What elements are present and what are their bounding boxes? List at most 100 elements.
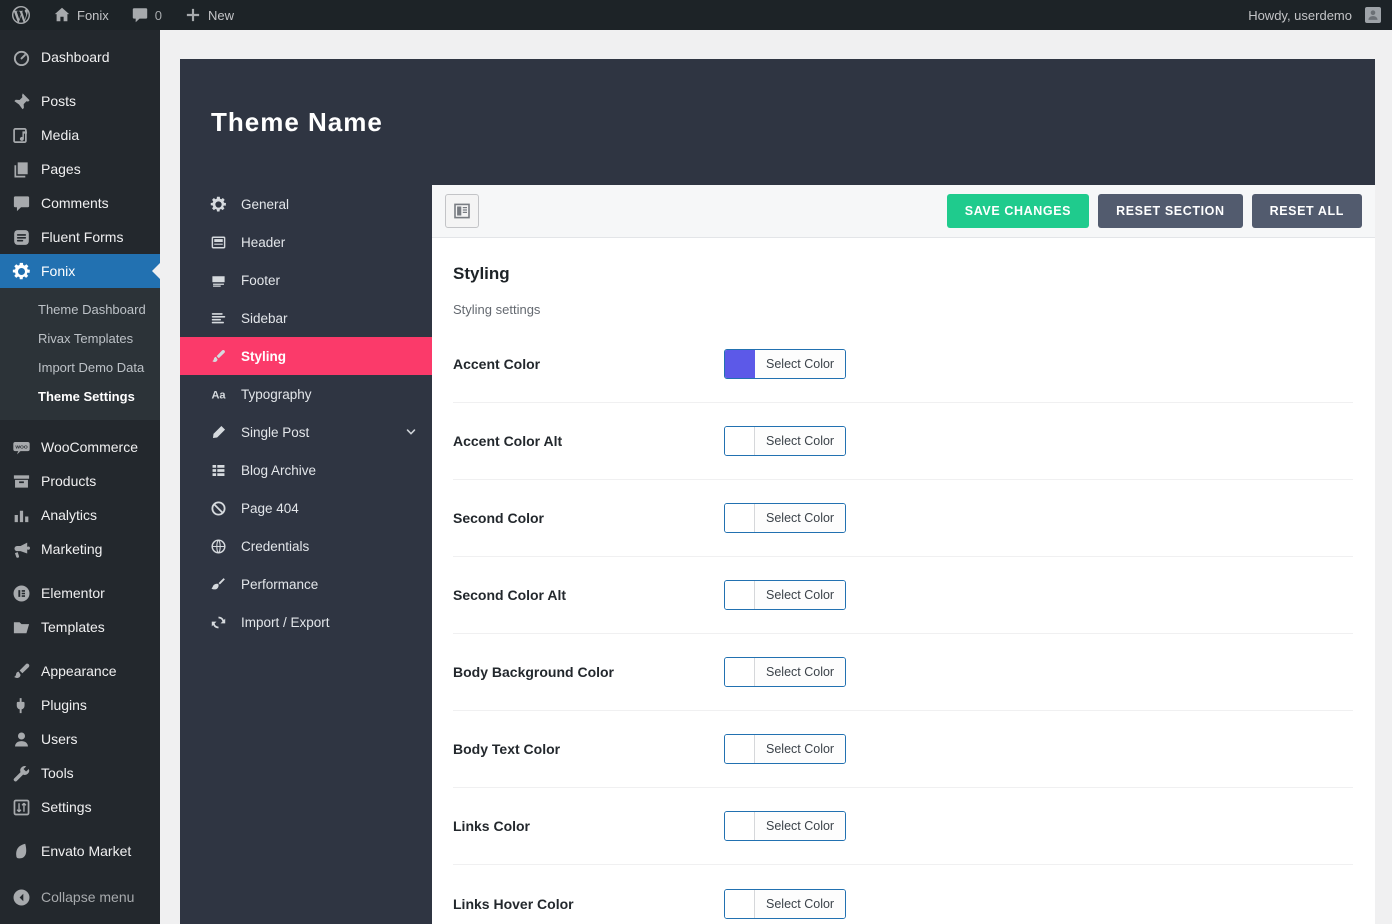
settings-sliders-icon	[12, 798, 31, 817]
panel-toggle-button[interactable]	[445, 194, 479, 228]
color-picker-button-links-color[interactable]: Select Color	[724, 811, 846, 841]
color-picker-button-accent-color[interactable]: Select Color	[724, 349, 846, 379]
admin-bar: Fonix 0 New Howdy, userdemo	[0, 0, 1392, 30]
wrench-icon	[12, 764, 31, 783]
sidebar-item-label: Marketing	[41, 541, 102, 557]
setting-row-second-color: Second ColorSelect Color	[453, 480, 1353, 557]
megaphone-icon	[12, 540, 31, 559]
sidebar-item-woocommerce[interactable]: WOOWooCommerce	[0, 430, 160, 464]
sidebar-item-fonix[interactable]: Fonix	[0, 254, 160, 288]
sidebar-item-comments[interactable]: Comments	[0, 186, 160, 220]
sidebar-item-envato-market[interactable]: Envato Market	[0, 834, 160, 868]
sidebar-item-tools[interactable]: Tools	[0, 756, 160, 790]
save-changes-button[interactable]: SAVE CHANGES	[947, 194, 1089, 228]
pin-icon	[12, 92, 31, 111]
sidebar-item-templates[interactable]: Templates	[0, 610, 160, 644]
sidebar-item-label: Fonix	[41, 263, 75, 279]
account-menu[interactable]: Howdy, userdemo	[1237, 0, 1392, 30]
tab-footer[interactable]: Footer	[180, 261, 432, 299]
submenu-item-rivax-templates[interactable]: Rivax Templates	[0, 324, 160, 353]
color-swatch	[725, 658, 755, 686]
tab-single-post[interactable]: Single Post	[180, 413, 432, 451]
submenu-item-theme-settings[interactable]: Theme Settings	[0, 382, 160, 411]
tab-styling[interactable]: Styling	[180, 337, 432, 375]
sidebar-item-appearance[interactable]: Appearance	[0, 654, 160, 688]
tab-label: General	[241, 197, 289, 212]
tab-header[interactable]: Header	[180, 223, 432, 261]
setting-row-accent-color: Accent ColorSelect Color	[453, 326, 1353, 403]
settings-rows: Accent ColorSelect ColorAccent Color Alt…	[453, 326, 1353, 924]
sync-icon	[210, 614, 227, 631]
typography-icon: Aa	[210, 386, 227, 403]
collapse-menu-button[interactable]: Collapse menu	[0, 880, 160, 914]
sidebar-item-label: Fluent Forms	[41, 229, 123, 245]
tab-label: Credentials	[241, 539, 309, 554]
color-swatch	[725, 581, 755, 609]
sidebar-item-fluent-forms[interactable]: Fluent Forms	[0, 220, 160, 254]
tab-credentials[interactable]: Credentials	[180, 527, 432, 565]
sidebar-item-label: Settings	[41, 799, 92, 815]
sidebar-item-pages[interactable]: Pages	[0, 152, 160, 186]
sidebar-item-products[interactable]: Products	[0, 464, 160, 498]
svg-text:Aa: Aa	[211, 389, 226, 401]
elementor-icon	[12, 584, 31, 603]
tab-label: Single Post	[241, 425, 309, 440]
admin-bar-left: Fonix 0 New	[0, 0, 245, 30]
color-picker-button-body-background-color[interactable]: Select Color	[724, 657, 846, 687]
sidebar-item-analytics[interactable]: Analytics	[0, 498, 160, 532]
color-picker-button-body-text-color[interactable]: Select Color	[724, 734, 846, 764]
sidebar-item-users[interactable]: Users	[0, 722, 160, 756]
select-color-label: Select Color	[755, 427, 845, 455]
sidebar-item-dashboard[interactable]: Dashboard	[0, 40, 160, 74]
sidebar-item-settings[interactable]: Settings	[0, 790, 160, 824]
theme-title: Theme Name	[180, 107, 383, 138]
sidebar-item-plugins[interactable]: Plugins	[0, 688, 160, 722]
select-color-label: Select Color	[755, 812, 845, 840]
sidebar-item-label: Appearance	[41, 663, 117, 679]
submenu-item-theme-dashboard[interactable]: Theme Dashboard	[0, 295, 160, 324]
person-icon	[1364, 6, 1382, 24]
comment-bubble-icon	[131, 6, 149, 24]
tab-performance[interactable]: Performance	[180, 565, 432, 603]
pencil-icon	[210, 424, 227, 441]
wordpress-icon	[11, 5, 31, 25]
avatar	[1365, 7, 1381, 23]
tab-import-export[interactable]: Import / Export	[180, 603, 432, 641]
envato-leaf-icon	[12, 842, 31, 861]
tab-general[interactable]: General	[180, 185, 432, 223]
panel-layout-icon	[452, 201, 472, 221]
sidebar-item-marketing[interactable]: Marketing	[0, 532, 160, 566]
sidebar-item-media[interactable]: Media	[0, 118, 160, 152]
reset-all-button[interactable]: RESET ALL	[1252, 194, 1362, 228]
color-picker-button-links-hover-color[interactable]: Select Color	[724, 889, 846, 919]
tab-typography[interactable]: AaTypography	[180, 375, 432, 413]
theme-tabs-nav: General HeaderFooterSidebarStylingAaTypog…	[180, 185, 432, 924]
menu-separator	[0, 644, 160, 654]
sidebar-item-posts[interactable]: Posts	[0, 84, 160, 118]
select-color-label: Select Color	[755, 581, 845, 609]
sidebar-item-label: WooCommerce	[41, 439, 138, 455]
tab-sidebar[interactable]: Sidebar	[180, 299, 432, 337]
new-content-menu[interactable]: New	[173, 0, 245, 30]
comments-indicator[interactable]: 0	[120, 0, 173, 30]
color-picker-button-second-color[interactable]: Select Color	[724, 503, 846, 533]
tab-label: Blog Archive	[241, 463, 316, 478]
dashboard-icon	[12, 48, 31, 67]
tab-label: Page 404	[241, 501, 299, 516]
comments-icon	[12, 194, 31, 213]
panel-body: General HeaderFooterSidebarStylingAaTypog…	[180, 185, 1375, 924]
color-picker-button-second-color-alt[interactable]: Select Color	[724, 580, 846, 610]
sidebar-item-elementor[interactable]: Elementor	[0, 576, 160, 610]
site-name-menu[interactable]: Fonix	[42, 0, 120, 30]
menu-separator	[0, 74, 160, 84]
sidebar-item-label: Elementor	[41, 585, 105, 601]
tab-page-404[interactable]: Page 404	[180, 489, 432, 527]
user-icon	[12, 730, 31, 749]
reset-section-button[interactable]: RESET SECTION	[1098, 194, 1243, 228]
bar-chart-icon	[12, 506, 31, 525]
tab-blog-archive[interactable]: Blog Archive	[180, 451, 432, 489]
toolbar-actions: SAVE CHANGES RESET SECTION RESET ALL	[947, 194, 1362, 228]
submenu-item-import-demo-data[interactable]: Import Demo Data	[0, 353, 160, 382]
wordpress-logo[interactable]	[0, 0, 42, 30]
color-picker-button-accent-color-alt[interactable]: Select Color	[724, 426, 846, 456]
